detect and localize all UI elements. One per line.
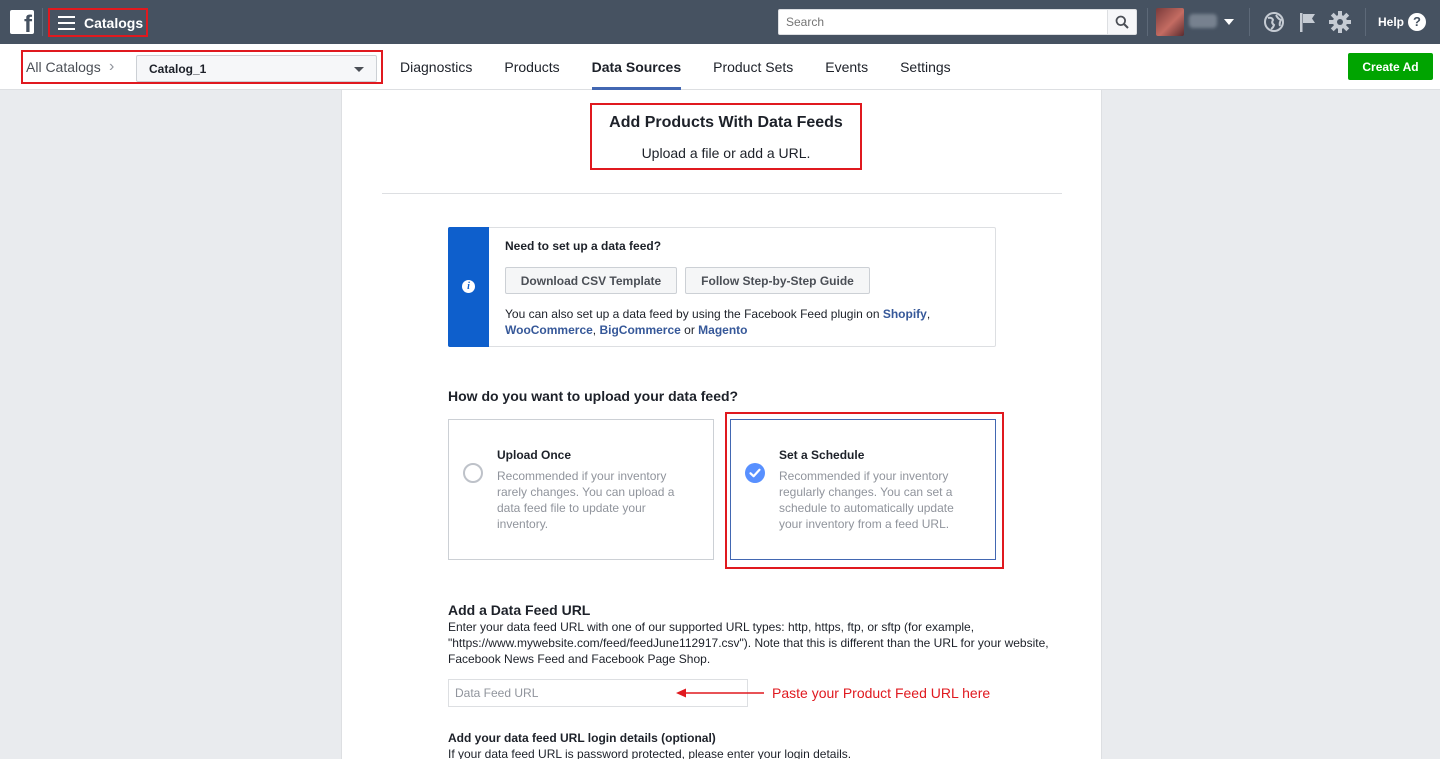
option-description: Recommended if your inventory rarely cha… bbox=[497, 469, 675, 531]
globe-icon[interactable] bbox=[1262, 10, 1286, 34]
info-strip: i bbox=[448, 227, 489, 347]
catalogs-label: Catalogs bbox=[84, 14, 144, 31]
divider bbox=[1147, 8, 1148, 36]
tab-product-sets[interactable]: Product Sets bbox=[697, 44, 809, 90]
help-label: Help bbox=[1378, 15, 1405, 29]
help-icon: ? bbox=[1408, 13, 1427, 31]
option-description: Recommended if your inventory regularly … bbox=[779, 469, 954, 531]
help-button[interactable]: Help ? bbox=[1378, 13, 1427, 31]
hamburger-menu-icon bbox=[58, 16, 75, 30]
separator: or bbox=[680, 323, 699, 337]
info-text-prefix: You can also set up a data feed by using… bbox=[505, 307, 883, 321]
gear-icon[interactable] bbox=[1328, 10, 1352, 34]
catalog-selector-value: Catalog_1 bbox=[149, 62, 207, 76]
divider bbox=[42, 8, 43, 36]
data-feed-panel: Add Products With Data Feeds Upload a fi… bbox=[341, 90, 1102, 759]
login-details-heading: Add your data feed URL login details (op… bbox=[448, 731, 716, 745]
breadcrumb: All Catalogs › Catalog_1 bbox=[21, 50, 383, 84]
setup-info-box: i Need to set up a data feed? Download C… bbox=[448, 227, 996, 347]
tab-events[interactable]: Events bbox=[809, 44, 884, 90]
divider bbox=[382, 193, 1062, 194]
create-ad-button[interactable]: Create Ad bbox=[1348, 53, 1433, 80]
logo-letter: f bbox=[24, 11, 32, 38]
feed-url-description: Enter your data feed URL with one of our… bbox=[448, 620, 1049, 666]
bigcommerce-link[interactable]: BigCommerce bbox=[599, 323, 680, 337]
all-catalogs-link[interactable]: All Catalogs bbox=[26, 59, 101, 75]
avatar[interactable] bbox=[1156, 8, 1184, 36]
upload-once-option[interactable]: Upload Once Recommended if your inventor… bbox=[448, 419, 714, 560]
tab-data-sources[interactable]: Data Sources bbox=[576, 44, 697, 90]
flag-icon[interactable] bbox=[1296, 10, 1320, 34]
tab-diagnostics[interactable]: Diagnostics bbox=[384, 44, 488, 90]
tab-products[interactable]: Products bbox=[488, 44, 575, 90]
catalog-tabs: Diagnostics Products Data Sources Produc… bbox=[384, 44, 967, 90]
radio-checked-icon[interactable] bbox=[745, 463, 765, 483]
tab-settings[interactable]: Settings bbox=[884, 44, 967, 90]
catalogs-menu-button[interactable]: Catalogs bbox=[48, 8, 148, 37]
woocommerce-link[interactable]: WooCommerce bbox=[505, 323, 593, 337]
info-plugin-text: You can also set up a data feed by using… bbox=[505, 306, 975, 338]
chevron-down-icon bbox=[354, 67, 364, 72]
option-title: Upload Once bbox=[497, 448, 572, 462]
separator: , bbox=[926, 307, 931, 321]
arrow-left-icon bbox=[676, 688, 764, 698]
radio-unselected-icon[interactable] bbox=[463, 463, 483, 483]
search-icon bbox=[1115, 15, 1129, 29]
annotation-text: Paste your Product Feed URL here bbox=[772, 685, 991, 701]
download-csv-template-button[interactable]: Download CSV Template bbox=[505, 267, 677, 294]
facebook-logo-icon[interactable]: f bbox=[10, 10, 34, 38]
top-bar: f Catalogs Help ? bbox=[0, 0, 1440, 44]
page-subtitle: Upload a file or add a URL. bbox=[641, 145, 811, 161]
info-question: Need to set up a data feed? bbox=[505, 239, 662, 253]
catalog-subnav: All Catalogs › Catalog_1 Diagnostics Pro… bbox=[0, 44, 1440, 90]
search-button[interactable] bbox=[1107, 9, 1137, 35]
magento-link[interactable]: Magento bbox=[698, 323, 747, 337]
catalog-selector[interactable]: Catalog_1 bbox=[136, 55, 377, 82]
feed-url-heading: Add a Data Feed URL bbox=[448, 602, 591, 618]
option-title: Set a Schedule bbox=[779, 448, 865, 462]
info-icon: i bbox=[462, 280, 475, 293]
upload-method-question: How do you want to upload your data feed… bbox=[448, 388, 739, 404]
chevron-down-icon[interactable] bbox=[1224, 19, 1234, 25]
panel-header: Add Products With Data Feeds Upload a fi… bbox=[590, 103, 862, 170]
chevron-right-icon: › bbox=[109, 58, 115, 75]
login-details-description: If your data feed URL is password protec… bbox=[448, 747, 852, 759]
username-blurred[interactable] bbox=[1189, 14, 1217, 28]
page-title: Add Products With Data Feeds bbox=[609, 114, 843, 131]
shopify-link[interactable]: Shopify bbox=[883, 307, 927, 321]
set-schedule-option[interactable]: Set a Schedule Recommended if your inven… bbox=[730, 419, 996, 560]
divider bbox=[1249, 8, 1250, 36]
search-input[interactable] bbox=[778, 9, 1108, 35]
divider bbox=[1365, 8, 1366, 36]
step-by-step-guide-button[interactable]: Follow Step-by-Step Guide bbox=[685, 267, 870, 294]
